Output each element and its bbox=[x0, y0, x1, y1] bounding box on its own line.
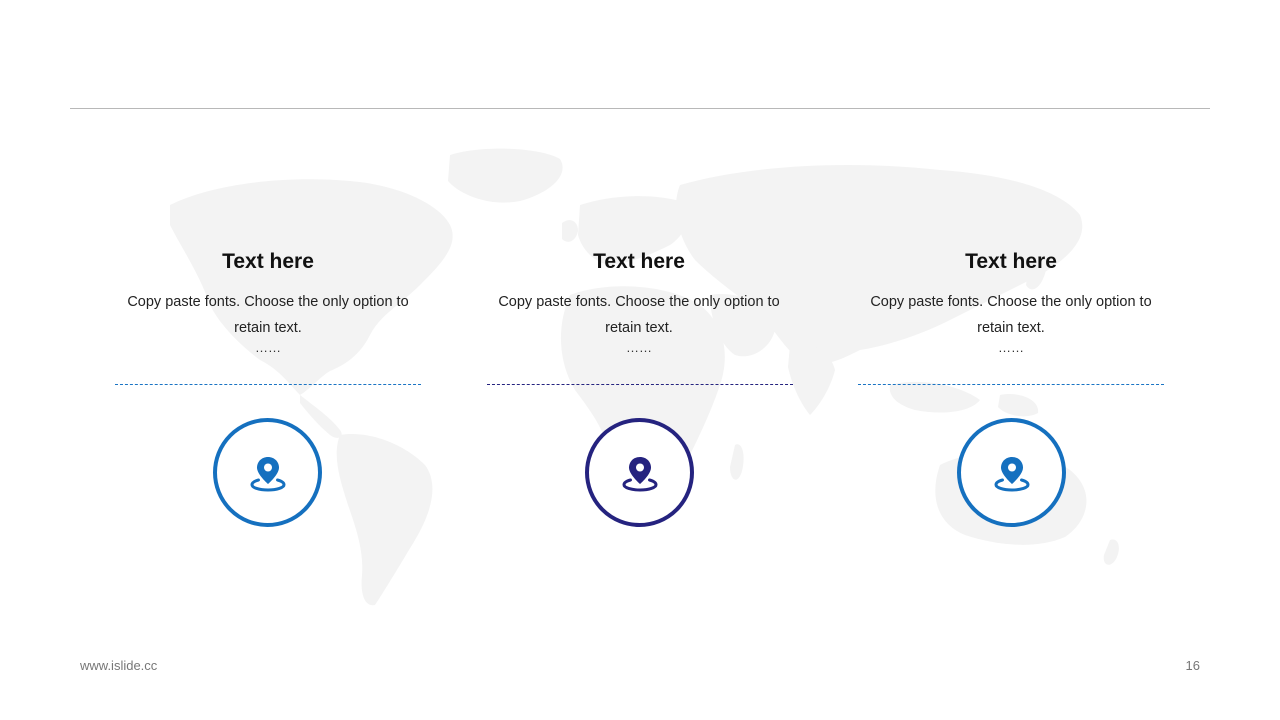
footer-website: www.islide.cc bbox=[80, 658, 158, 673]
column-description: Copy paste fonts. Choose the only option… bbox=[127, 294, 409, 336]
top-divider bbox=[70, 108, 1210, 109]
location-pin-icon bbox=[620, 453, 660, 493]
pin-circle-1 bbox=[213, 418, 322, 527]
location-pin-icon bbox=[248, 453, 288, 493]
column-title: Text here bbox=[222, 250, 314, 273]
column-title: Text here bbox=[965, 250, 1057, 273]
dashed-divider-2 bbox=[487, 384, 793, 385]
info-column-2: Text here Copy paste fonts. Choose the o… bbox=[484, 248, 794, 355]
page-number: 16 bbox=[1185, 658, 1200, 673]
dashed-divider-1 bbox=[115, 384, 421, 385]
column-description: Copy paste fonts. Choose the only option… bbox=[498, 294, 780, 336]
dashed-divider-3 bbox=[858, 384, 1164, 385]
slide: Text here Copy paste fonts. Choose the o… bbox=[0, 0, 1280, 720]
pin-circle-2 bbox=[585, 418, 694, 527]
info-column-3: Text here Copy paste fonts. Choose the o… bbox=[856, 248, 1166, 355]
column-title: Text here bbox=[593, 250, 685, 273]
info-column-1: Text here Copy paste fonts. Choose the o… bbox=[113, 248, 423, 355]
world-map-background bbox=[170, 148, 1119, 606]
column-description: Copy paste fonts. Choose the only option… bbox=[870, 294, 1152, 336]
column-ellipsis: …… bbox=[998, 340, 1024, 355]
column-ellipsis: …… bbox=[255, 340, 281, 355]
pin-circle-3 bbox=[957, 418, 1066, 527]
location-pin-icon bbox=[992, 453, 1032, 493]
column-ellipsis: …… bbox=[626, 340, 652, 355]
